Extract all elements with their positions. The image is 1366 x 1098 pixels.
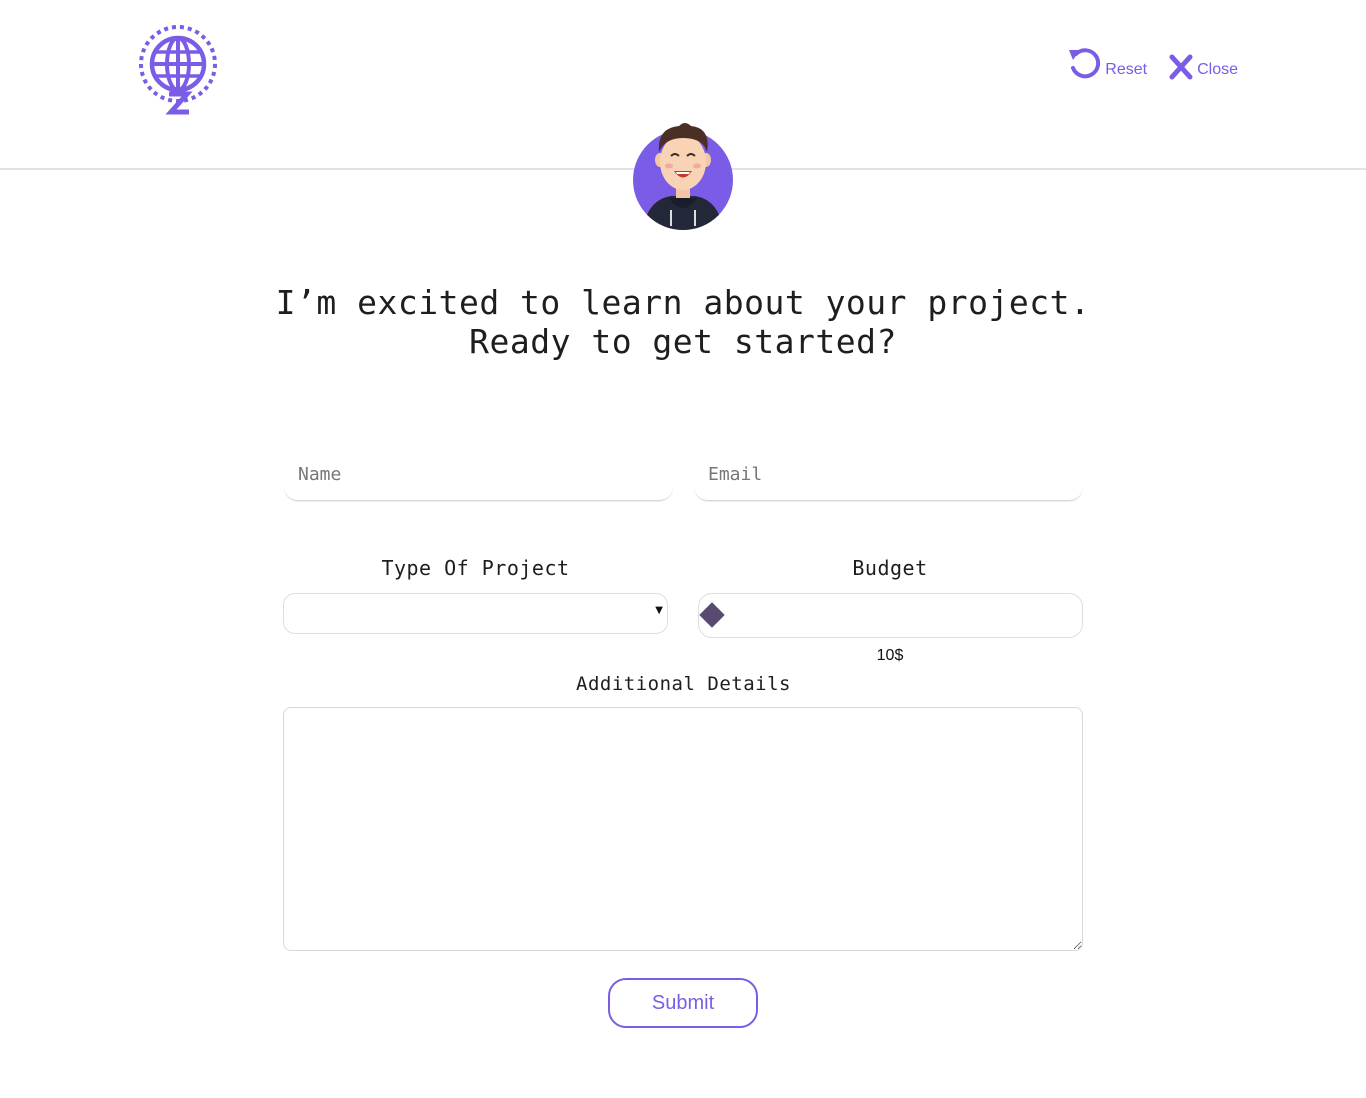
x-icon bbox=[1169, 54, 1193, 80]
header-actions: Reset Close bbox=[1067, 46, 1238, 80]
rotate-ccw-icon bbox=[1069, 48, 1101, 79]
reset-label: Reset bbox=[1105, 61, 1148, 78]
avatar bbox=[633, 123, 733, 230]
details-label: Additional Details bbox=[576, 673, 791, 695]
headline-line-2: Ready to get started? bbox=[469, 322, 897, 361]
budget-label: Budget bbox=[852, 556, 928, 580]
close-label: Close bbox=[1197, 61, 1238, 78]
contact-form-page: Reset Close I’m excited to learn about y… bbox=[0, 0, 1366, 1098]
budget-value: 10$ bbox=[876, 647, 904, 664]
reset-button[interactable]: Reset bbox=[1067, 46, 1147, 80]
budget-slider[interactable] bbox=[698, 593, 1083, 638]
project-type-label: Type Of Project bbox=[381, 556, 570, 580]
chevron-down-icon: ▼ bbox=[655, 605, 663, 616]
close-button[interactable]: Close bbox=[1169, 54, 1238, 80]
details-textarea[interactable] bbox=[283, 707, 1083, 951]
submit-button[interactable]: Submit bbox=[608, 978, 758, 1028]
name-field[interactable] bbox=[284, 449, 673, 501]
page-title: I’m excited to learn about your project.… bbox=[183, 283, 1183, 361]
headline-line-1: I’m excited to learn about your project. bbox=[275, 283, 1091, 322]
project-type-select[interactable]: ▼ bbox=[283, 593, 668, 634]
email-field[interactable] bbox=[694, 449, 1083, 501]
globe-z-logo[interactable] bbox=[138, 24, 218, 116]
budget-slider-thumb[interactable] bbox=[699, 602, 725, 628]
